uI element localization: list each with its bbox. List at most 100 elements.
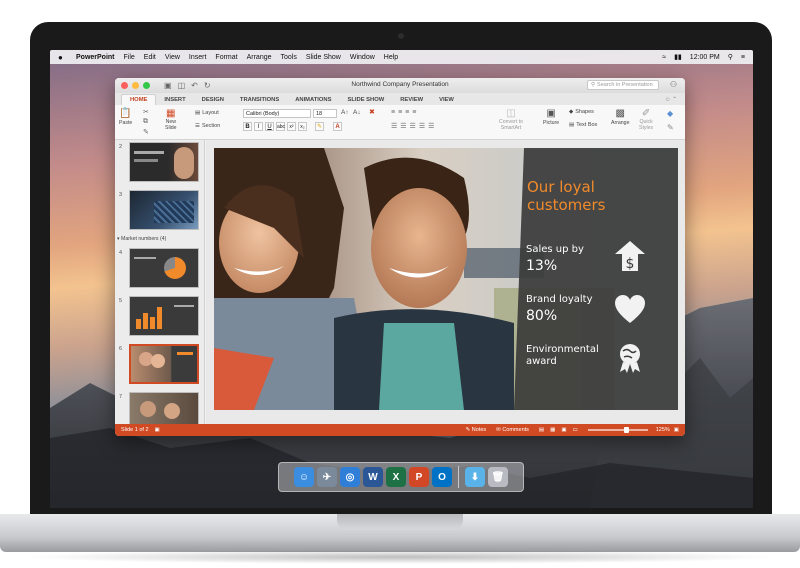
bold-button[interactable]: B bbox=[243, 122, 252, 131]
share-user-icon[interactable]: ⚇ bbox=[670, 80, 677, 89]
thumbnail-slide-2[interactable] bbox=[129, 142, 199, 182]
menu-window[interactable]: Window bbox=[350, 54, 375, 61]
section-header-market-numbers[interactable]: ▾ Market numbers (4) bbox=[117, 236, 166, 242]
tab-transitions[interactable]: TRANSITIONS bbox=[232, 95, 287, 105]
current-slide[interactable]: Our loyal customers Sales up by 13% $ Br… bbox=[214, 148, 678, 410]
thumbnail-slide-3[interactable] bbox=[129, 190, 199, 230]
cut-icon[interactable]: ✂ bbox=[143, 108, 149, 116]
spelling-icon[interactable]: ▣ bbox=[155, 427, 160, 433]
tab-home[interactable]: HOME bbox=[121, 94, 157, 105]
new-slide-button[interactable]: ▦ New Slide bbox=[165, 108, 177, 131]
launchpad-icon[interactable]: ✈ bbox=[317, 467, 337, 487]
quick-styles-button[interactable]: ✐ Quick Styles bbox=[639, 108, 653, 131]
thumbnail-slide-7[interactable] bbox=[129, 392, 199, 424]
word-icon[interactable]: W bbox=[363, 467, 383, 487]
convert-smartart-button[interactable]: ◫ Convert to SmartArt bbox=[499, 108, 523, 131]
stat-label-sales[interactable]: Sales up by bbox=[526, 244, 584, 255]
notes-button[interactable]: ✎ Notes bbox=[466, 427, 487, 433]
subscript-button[interactable]: x₂ bbox=[298, 122, 307, 131]
menu-arrange[interactable]: Arrange bbox=[247, 54, 272, 61]
shape-outline-icon[interactable]: ✎ bbox=[667, 123, 674, 132]
reading-view-icon[interactable]: ▣ bbox=[561, 427, 566, 433]
battery-icon[interactable]: ▮▮ bbox=[674, 53, 682, 61]
close-button[interactable] bbox=[121, 82, 128, 89]
shrink-font-icon[interactable]: A↓ bbox=[353, 109, 361, 116]
notification-center-icon[interactable]: ≡ bbox=[741, 54, 745, 61]
thumbnail-slide-5[interactable] bbox=[129, 296, 199, 336]
finder-icon[interactable]: ☺ bbox=[294, 467, 314, 487]
strikethrough-button[interactable]: abc bbox=[276, 122, 285, 131]
arrange-button[interactable]: ▩ Arrange bbox=[611, 108, 629, 126]
highlight-color-icon[interactable]: ✎ bbox=[315, 122, 324, 131]
menu-file[interactable]: File bbox=[124, 54, 135, 61]
normal-view-icon[interactable]: ▤ bbox=[539, 427, 544, 433]
stat-value-sales[interactable]: 13% bbox=[526, 258, 557, 274]
downloads-folder-icon[interactable]: ⬇ bbox=[465, 467, 485, 487]
tab-insert[interactable]: INSERT bbox=[156, 95, 193, 105]
menubar-clock[interactable]: 12:00 PM bbox=[690, 54, 720, 61]
font-name-select[interactable]: Calibri (Body) bbox=[243, 109, 311, 118]
slide-canvas[interactable]: Our loyal customers Sales up by 13% $ Br… bbox=[206, 140, 685, 424]
powerpoint-icon[interactable]: P bbox=[409, 467, 429, 487]
menu-edit[interactable]: Edit bbox=[144, 54, 156, 61]
text-box-button[interactable]: ▤ Text Box bbox=[569, 122, 597, 128]
format-painter-icon[interactable]: ✎ bbox=[143, 128, 149, 136]
menu-view[interactable]: View bbox=[165, 54, 180, 61]
minimize-button[interactable] bbox=[132, 82, 139, 89]
undo-icon[interactable]: ↶ bbox=[191, 81, 198, 90]
italic-button[interactable]: I bbox=[254, 122, 263, 131]
save-icon[interactable]: ▣ bbox=[164, 81, 172, 90]
menu-tools[interactable]: Tools bbox=[281, 54, 297, 61]
comments-button[interactable]: ✉ Comments bbox=[496, 427, 529, 433]
redo-icon[interactable]: ↻ bbox=[204, 81, 211, 90]
zoom-slider-handle[interactable] bbox=[623, 427, 629, 433]
menu-format[interactable]: Format bbox=[215, 54, 237, 61]
zoom-slider[interactable] bbox=[587, 427, 648, 433]
zoom-level[interactable]: 125% bbox=[656, 427, 670, 433]
tab-animations[interactable]: ANIMATIONS bbox=[287, 95, 339, 105]
underline-button[interactable]: U bbox=[265, 122, 274, 131]
trash-icon[interactable]: 🗑 bbox=[488, 467, 508, 487]
zoom-button[interactable] bbox=[143, 82, 150, 89]
stat-label-brand[interactable]: Brand loyalty bbox=[526, 294, 593, 305]
slide-sorter-icon[interactable]: ▦ bbox=[550, 427, 555, 433]
clear-formatting-icon[interactable]: ✖ bbox=[369, 108, 375, 116]
shapes-button[interactable]: ◆ Shapes bbox=[569, 109, 594, 115]
tab-design[interactable]: DESIGN bbox=[194, 95, 232, 105]
font-color-button[interactable]: A bbox=[333, 122, 342, 131]
copy-icon[interactable]: ⧉ bbox=[143, 118, 148, 126]
paste-button[interactable]: 📋 Paste bbox=[119, 108, 132, 126]
fit-to-window-icon[interactable]: ▣ bbox=[674, 427, 679, 433]
stat-value-brand[interactable]: 80% bbox=[526, 308, 557, 324]
thumbnail-slide-4[interactable] bbox=[129, 248, 199, 288]
search-presentation-input[interactable]: ⚲ Search in Presentation bbox=[587, 80, 659, 90]
slide-title[interactable]: Our loyal customers bbox=[527, 178, 647, 214]
font-size-select[interactable]: 18 bbox=[313, 109, 337, 118]
tab-view[interactable]: VIEW bbox=[431, 95, 462, 105]
menu-help[interactable]: Help bbox=[384, 54, 398, 61]
spotlight-icon[interactable]: ⚲ bbox=[728, 53, 733, 61]
safari-icon[interactable]: ◎ bbox=[340, 467, 360, 487]
menu-slide-show[interactable]: Slide Show bbox=[306, 54, 341, 61]
stat-label-environmental[interactable]: Environmental award bbox=[526, 344, 599, 368]
layout-button[interactable]: ▤ Layout bbox=[195, 110, 219, 116]
tab-review[interactable]: REVIEW bbox=[392, 95, 431, 105]
open-folder-icon[interactable]: ◫ bbox=[178, 81, 186, 90]
outlook-icon[interactable]: O bbox=[432, 467, 452, 487]
slideshow-view-icon[interactable]: ▭ bbox=[573, 427, 578, 433]
apple-menu-icon[interactable]: ● bbox=[58, 53, 68, 62]
tab-slide-show[interactable]: SLIDE SHOW bbox=[339, 95, 392, 105]
thumbnail-slide-6-selected[interactable] bbox=[129, 344, 199, 384]
align-buttons-icon[interactable]: ☰☰☰☰☰ bbox=[391, 122, 437, 130]
grow-font-icon[interactable]: A↑ bbox=[341, 109, 349, 116]
app-menu[interactable]: PowerPoint bbox=[76, 54, 115, 61]
shape-fill-icon[interactable]: ◆ bbox=[667, 109, 673, 118]
list-buttons-icon[interactable]: ≡≡≡≡ bbox=[391, 109, 419, 116]
excel-icon[interactable]: X bbox=[386, 467, 406, 487]
superscript-button[interactable]: x² bbox=[287, 122, 296, 131]
picture-button[interactable]: ▣ Picture bbox=[543, 108, 559, 126]
menu-insert[interactable]: Insert bbox=[189, 54, 207, 61]
section-button[interactable]: ☰ Section bbox=[195, 123, 220, 129]
wifi-icon[interactable]: ≈ bbox=[662, 54, 666, 61]
ribbon-options-icon[interactable]: ☺ ⌃ bbox=[665, 97, 677, 105]
